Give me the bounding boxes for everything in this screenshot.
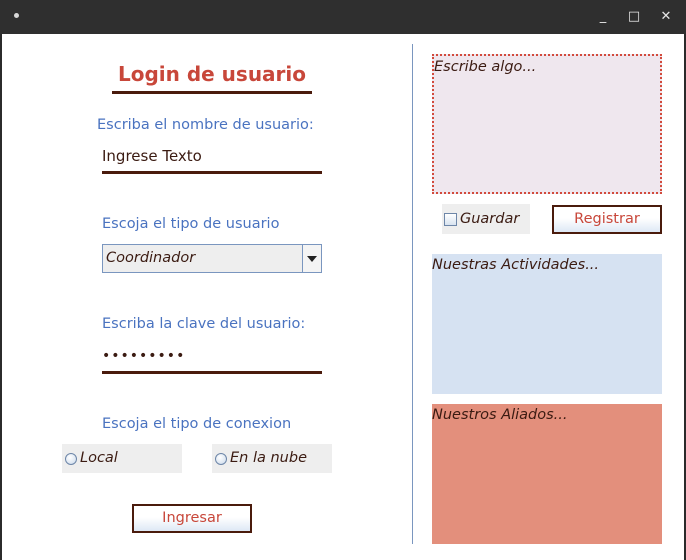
close-icon[interactable]: ✕	[657, 8, 675, 26]
radio-local[interactable]: Local	[62, 444, 182, 473]
page-title: Login de usuario	[112, 61, 312, 94]
login-button[interactable]: Ingresar	[132, 504, 252, 533]
username-label: Escriba el nombre de usuario:	[97, 117, 314, 133]
notes-placeholder: Escribe algo...	[434, 59, 537, 75]
register-button[interactable]: Registrar	[552, 205, 662, 234]
radio-local-label: Local	[80, 450, 118, 466]
connection-label: Escoja el tipo de conexion	[102, 416, 292, 432]
activities-panel: Nuestras Actividades...	[432, 254, 662, 394]
allies-text: Nuestros Aliados...	[432, 407, 568, 423]
chevron-down-icon[interactable]	[302, 245, 321, 272]
save-checkbox-label: Guardar	[460, 211, 520, 227]
maximize-icon[interactable]: □	[625, 8, 643, 26]
title-bar: _ □ ✕	[0, 0, 686, 34]
usertype-select[interactable]: Coordinador	[102, 244, 322, 273]
password-value: •••••••••	[102, 348, 186, 364]
activities-text: Nuestras Actividades...	[432, 257, 600, 273]
radio-cloud-label: En la nube	[230, 450, 307, 466]
usertype-label: Escoja el tipo de usuario	[102, 216, 280, 232]
checkbox-icon	[444, 213, 457, 226]
allies-panel: Nuestros Aliados...	[432, 404, 662, 544]
password-field[interactable]: •••••••••	[102, 343, 322, 374]
window-content: Login de usuario Escriba el nombre de us…	[2, 34, 684, 560]
notes-textarea[interactable]: Escribe algo...	[432, 54, 662, 194]
window-menu-icon[interactable]	[14, 13, 19, 18]
save-checkbox[interactable]: Guardar	[442, 204, 530, 234]
username-field[interactable]: Ingrese Texto	[102, 143, 322, 174]
minimize-icon[interactable]: _	[594, 8, 612, 26]
vertical-divider	[412, 44, 413, 544]
username-value: Ingrese Texto	[102, 147, 202, 165]
radio-circle-icon	[65, 453, 77, 465]
password-label: Escriba la clave del usuario:	[102, 316, 306, 332]
radio-cloud[interactable]: En la nube	[212, 444, 332, 473]
usertype-selected-value: Coordinador	[106, 250, 196, 266]
radio-circle-icon	[215, 453, 227, 465]
